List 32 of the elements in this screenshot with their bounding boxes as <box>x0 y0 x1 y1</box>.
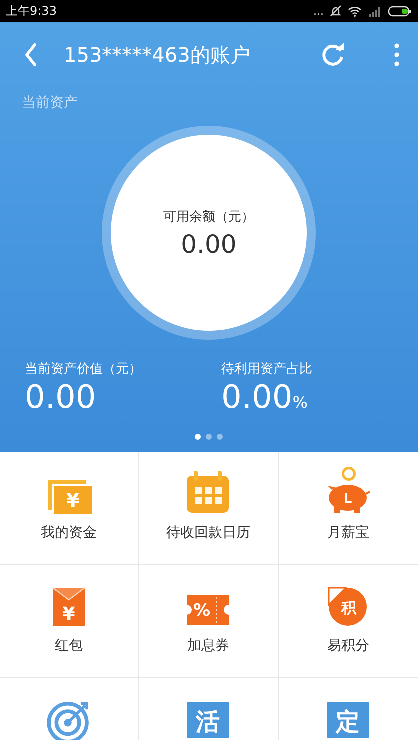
status-dots: ... <box>314 4 324 18</box>
menu-item[interactable]: % 加息券 <box>139 565 279 678</box>
menu-item[interactable]: 待收回款日历 <box>139 452 279 565</box>
character-tile-icon: 定 <box>327 702 370 738</box>
page-dot[interactable] <box>206 434 212 440</box>
account-title: 153*****463的账户 <box>64 42 252 68</box>
menu-item[interactable]: 积 易积分 <box>278 565 418 678</box>
more-icon <box>394 43 400 67</box>
stat-value: 0.00 <box>25 378 98 416</box>
calendar-icon <box>185 470 232 514</box>
stat-label: 待利用资产占比 <box>222 361 314 378</box>
section-label: 当前资产 <box>22 94 79 112</box>
status-time: 上午9:33 <box>6 2 57 20</box>
balance-label: 可用余额（元） <box>164 208 254 226</box>
page-dot[interactable] <box>217 434 223 440</box>
character-tile-icon: 活 <box>187 702 230 738</box>
page-dot[interactable] <box>195 434 201 440</box>
balance-value: 0.00 <box>181 230 237 258</box>
stat-label: 当前资产价值（元） <box>25 361 143 378</box>
menu-item[interactable]: L 月薪宝 <box>278 452 418 565</box>
back-icon <box>24 43 38 67</box>
points-badge-icon: 积 <box>328 587 368 627</box>
menu-item[interactable]: ¥ 红包 <box>0 565 140 678</box>
bell-muted-icon <box>330 5 342 17</box>
menu-item[interactable]: ¥ 我的资金 <box>0 452 140 565</box>
ticket-icon: % <box>185 593 232 627</box>
signal-icon <box>368 5 382 17</box>
refresh-icon <box>320 42 346 68</box>
envelope-icon: ¥ <box>52 587 86 627</box>
battery-icon <box>388 5 412 17</box>
stat-value: 0.00% <box>222 378 309 418</box>
wifi-icon <box>348 5 362 17</box>
